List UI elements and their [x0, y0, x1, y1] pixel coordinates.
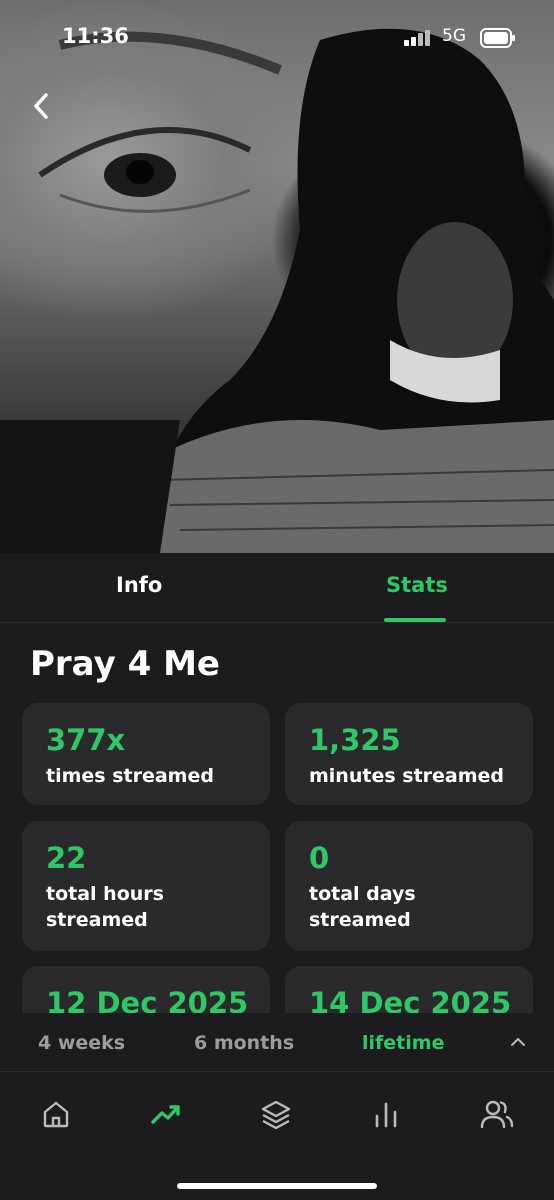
trending-icon	[151, 1105, 180, 1124]
period-6-months[interactable]: 6 months	[194, 1032, 294, 1054]
status-bar: 11:36 5G	[0, 0, 554, 70]
active-tab-indicator	[384, 618, 446, 622]
home-indicator[interactable]	[177, 1183, 377, 1189]
artist-photo: 11:36 5G	[0, 0, 554, 553]
artist-photo-art	[0, 28, 554, 553]
battery-icon	[480, 28, 515, 48]
period-lifetime[interactable]: lifetime	[362, 1032, 444, 1054]
period-selector: 4 weeks 6 months lifetime	[0, 1013, 554, 1071]
tab-bar: Info Stats	[0, 553, 554, 623]
layers-icon	[261, 1100, 291, 1130]
nav-friends[interactable]	[477, 1094, 517, 1134]
stat-card-minutes-streamed: 1,325 minutes streamed	[285, 703, 533, 805]
stat-label: total days streamed	[309, 883, 416, 931]
bottom-nav	[0, 1071, 554, 1200]
nav-charts[interactable]	[366, 1094, 406, 1134]
nav-library[interactable]	[256, 1094, 296, 1134]
period-4-weeks[interactable]: 4 weeks	[38, 1032, 125, 1054]
chevron-up-icon[interactable]	[508, 1035, 528, 1049]
stat-card-times-streamed: 377x times streamed	[22, 703, 270, 805]
stat-label: times streamed	[46, 765, 214, 787]
stat-card-total-hours: 22 total hours streamed	[22, 821, 270, 951]
stat-value: 377x	[46, 723, 126, 757]
friends-icon	[480, 1100, 514, 1129]
stat-card-total-days: 0 total days streamed	[285, 821, 533, 951]
back-button[interactable]	[22, 86, 62, 126]
bar-chart-icon	[375, 1102, 397, 1128]
nav-stats[interactable]	[146, 1094, 186, 1134]
signal-icon	[404, 30, 430, 46]
stat-value: 1,325	[309, 723, 401, 757]
stat-label: minutes streamed	[309, 765, 505, 787]
stat-value: 0	[309, 841, 330, 875]
stat-value: 22	[46, 841, 87, 875]
network-label: 5G	[442, 26, 466, 46]
home-icon	[43, 1101, 69, 1128]
status-time: 11:36	[62, 24, 129, 48]
track-title: Pray 4 Me	[30, 644, 220, 684]
stat-label: total hours streamed	[46, 883, 164, 931]
tab-info[interactable]: Info	[116, 573, 162, 597]
nav-home[interactable]	[36, 1094, 76, 1134]
tab-stats[interactable]: Stats	[386, 573, 448, 597]
chevron-left-icon	[34, 93, 48, 119]
